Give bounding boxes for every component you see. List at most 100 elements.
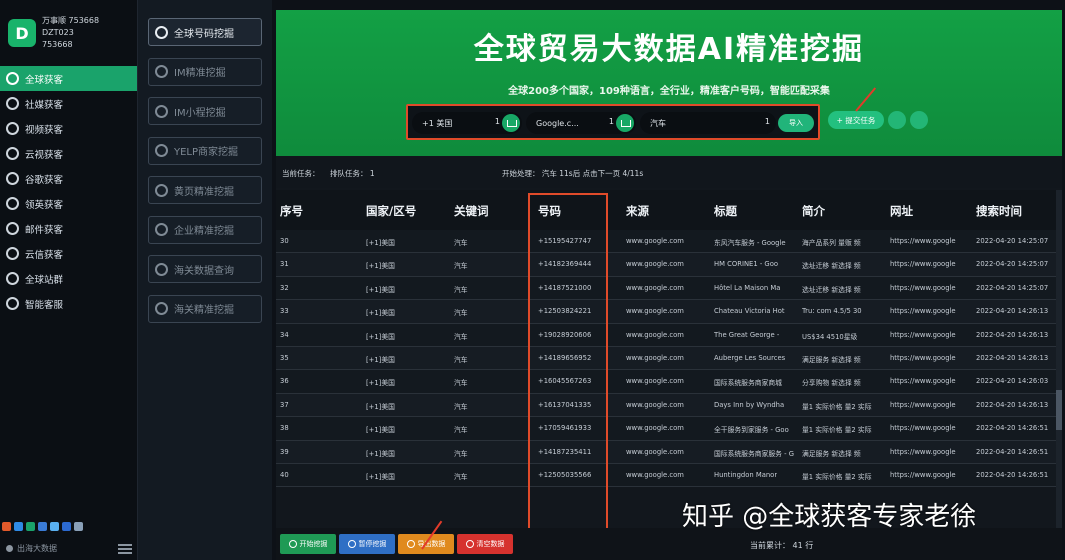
- feature-menu-item[interactable]: 海关数据查询: [148, 255, 262, 283]
- table-cell: 汽车: [454, 239, 468, 247]
- table-cell: 汽车: [454, 472, 468, 481]
- table-row[interactable]: 34 [+1]美国 汽车 +19028920606 www.google.com The …: [276, 323, 1062, 347]
- table-row[interactable]: 39 [+1]美国 汽车 +14187235411 www.google.com 国际系统…: [276, 440, 1062, 464]
- sidebar-item[interactable]: 全球获客: [0, 66, 137, 91]
- table-cell: [+1]美国: [366, 426, 395, 435]
- submit-task-button[interactable]: + 提交任务: [828, 111, 884, 129]
- feature-menu-item[interactable]: YELP商家挖掘: [148, 136, 262, 165]
- table-row[interactable]: 36 [+1]美国 汽车 +16045567263 www.google.com 国际系统…: [276, 370, 1062, 394]
- column-header[interactable]: 号码: [538, 203, 561, 219]
- footer-button[interactable]: 暂停挖掘: [339, 534, 395, 554]
- sidebar-item[interactable]: 全球站群: [0, 266, 137, 291]
- keyword-input[interactable]: 汽车 1: [640, 112, 776, 134]
- table-cell: https://www.google: [890, 447, 956, 456]
- feature-menu-item[interactable]: 全球号码挖掘: [148, 18, 262, 46]
- import-button[interactable]: 导入: [778, 114, 814, 132]
- sidebar-item[interactable]: 谷歌获客: [0, 166, 137, 191]
- column-header[interactable]: 简介: [802, 203, 825, 219]
- table-cell: +12503824221: [538, 307, 592, 316]
- settings-icon[interactable]: [888, 111, 906, 129]
- table-cell: +17059461933: [538, 424, 592, 433]
- confirm-icon[interactable]: [616, 114, 634, 132]
- feature-menu-item[interactable]: 海关精准挖掘: [148, 294, 262, 323]
- feature-menu-label: 企业精准挖掘: [174, 226, 234, 237]
- sidebar-item-label: 云视获客: [25, 149, 64, 161]
- table-cell: 选址迁移 新选择 频: [802, 262, 861, 271]
- table-scrollbar[interactable]: [1056, 190, 1062, 530]
- table-cell: https://www.google: [890, 424, 956, 433]
- column-header[interactable]: 国家/区号: [366, 203, 416, 219]
- feature-menu-label: IM小程挖掘: [174, 107, 226, 119]
- engine-select[interactable]: Google.c... 1: [526, 112, 636, 134]
- table-row[interactable]: 32 [+1]美国 汽车 +14187521000 www.google.com Hôte…: [276, 276, 1062, 301]
- chat-icon: [155, 104, 168, 118]
- table-cell: [+1]美国: [366, 402, 395, 411]
- table-cell: https://www.google: [890, 330, 956, 339]
- table-cell: https://www.google: [890, 237, 956, 245]
- confirm-icon[interactable]: [502, 114, 520, 132]
- feature-menu-item[interactable]: IM精准挖掘: [148, 57, 262, 86]
- sidebar-item[interactable]: 视频获客: [0, 116, 137, 141]
- column-header[interactable]: 标题: [714, 203, 737, 219]
- table-cell: +14187521000: [538, 283, 592, 292]
- table-cell: 汽车: [454, 379, 468, 388]
- table-row[interactable]: 33 [+1]美国 汽车 +12503824221 www.google.com Chat…: [276, 300, 1062, 324]
- table-cell: 33: [280, 307, 289, 316]
- tray-icon[interactable]: [62, 522, 71, 531]
- table-cell: 国际系统服务商家商城: [714, 379, 782, 388]
- table-row[interactable]: 37 [+1]美国 汽车 +16137041335 www.google.com Days…: [276, 393, 1062, 418]
- table-row[interactable]: 38 [+1]美国 汽车 +17059461933 www.google.com 全干服务…: [276, 417, 1062, 441]
- menu-icon[interactable]: [118, 544, 132, 554]
- book-icon: [155, 183, 168, 197]
- column-header[interactable]: 关键词: [454, 203, 489, 219]
- feature-menu-item[interactable]: IM小程挖掘: [148, 97, 262, 125]
- yelp-icon: [155, 144, 168, 157]
- column-header[interactable]: 序号: [280, 203, 303, 219]
- table-cell: US$34 4510星级: [802, 332, 858, 341]
- tray-icon[interactable]: [38, 522, 47, 531]
- building-icon: [155, 223, 168, 236]
- footer-button[interactable]: 清空数据: [457, 534, 513, 554]
- feature-menu-label: 黄页精准挖掘: [174, 186, 234, 198]
- sidebar-item[interactable]: 云信获客: [0, 241, 137, 266]
- sidebar-item-label: 社媒获客: [25, 99, 64, 111]
- footer-button[interactable]: 开始挖掘: [280, 534, 336, 554]
- nav-icon: [6, 197, 19, 210]
- table-cell: www.google.com: [626, 447, 684, 456]
- nav-icon: [6, 222, 19, 235]
- table-row[interactable]: 31 [+1]美国 汽车 +14182369444 www.google.com HM C…: [276, 253, 1062, 277]
- tray-icon[interactable]: [2, 522, 11, 531]
- table-cell: Huntingdon Manor: [714, 470, 778, 479]
- sidebar-item[interactable]: 领英获客: [0, 191, 137, 216]
- tray-icon[interactable]: [14, 522, 23, 531]
- scroll-thumb[interactable]: [1056, 390, 1062, 430]
- sidebar-item[interactable]: 邮件获客: [0, 216, 137, 241]
- column-header[interactable]: 搜索时间: [976, 203, 1022, 219]
- sidebar-item[interactable]: 云视获客: [0, 141, 137, 166]
- column-header[interactable]: 网址: [890, 203, 913, 219]
- table-cell: 海产品系列 量贩 频: [802, 239, 861, 247]
- tray-icon[interactable]: [74, 522, 83, 531]
- table-row[interactable]: 35 [+1]美国 汽车 +14189656952 www.google.com Aube…: [276, 346, 1062, 371]
- table-cell: +14187235411: [538, 447, 592, 456]
- country-select[interactable]: +1 美国 1: [412, 112, 522, 134]
- column-header[interactable]: 来源: [626, 203, 649, 219]
- task-info-bar: 当前任务： 排队任务： 1 开始处理： 汽车 11s后 点击下一页 4/11s: [276, 156, 1062, 188]
- feature-menu-item[interactable]: 黄页精准挖掘: [148, 176, 262, 204]
- list-icon[interactable]: [910, 111, 928, 129]
- table-cell: 选址迁移 新选择 频: [802, 285, 861, 294]
- table-row[interactable]: 40 [+1]美国 汽车 +12505035566 www.google.com Hunt…: [276, 463, 1062, 488]
- table-row[interactable]: 30 [+1]美国 汽车 +15195427747 www.google.com 东风汽车…: [276, 230, 1062, 254]
- customs-icon: [155, 262, 168, 276]
- table-cell: Tru: com 4.5/5 30: [802, 307, 862, 316]
- table-cell: 汽车: [454, 449, 468, 458]
- table-cell: [+1]美国: [366, 449, 395, 458]
- tray-icon[interactable]: [50, 522, 59, 531]
- sidebar-item[interactable]: 社媒获客: [0, 91, 137, 116]
- feature-menu-item[interactable]: 企业精准挖掘: [148, 215, 262, 244]
- sidebar-item[interactable]: 智能客服: [0, 291, 137, 316]
- footer-button-label: 开始挖掘: [299, 540, 328, 548]
- table-cell: 34: [280, 330, 289, 339]
- status-text: 开始处理： 汽车 11s后 点击下一页 4/11s: [502, 169, 644, 178]
- tray-icon[interactable]: [26, 522, 35, 531]
